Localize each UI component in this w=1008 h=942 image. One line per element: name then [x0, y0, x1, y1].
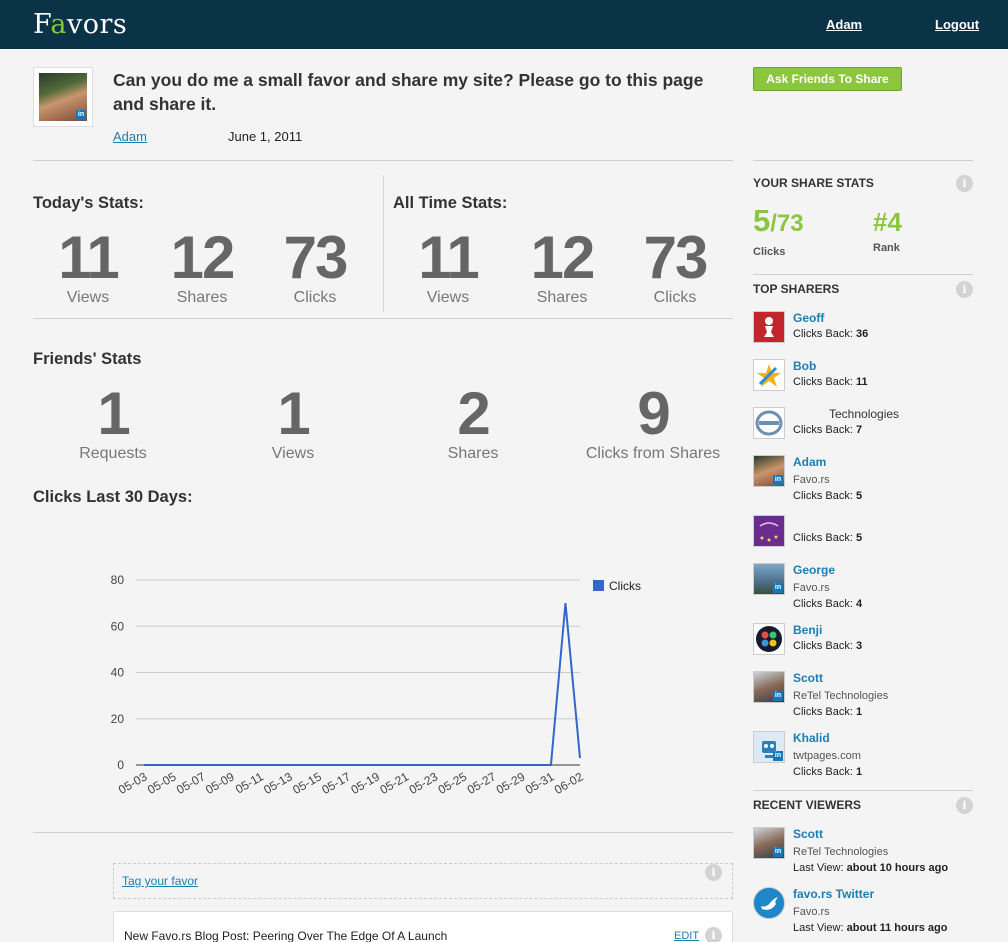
sharer-clicks: Clicks Back: 1 [793, 706, 863, 718]
sharer-org: twtpages.com [793, 750, 861, 762]
divider [33, 832, 733, 833]
sharer-clicks: Clicks Back: 1 [793, 766, 863, 778]
sidebar-divider [753, 790, 973, 791]
linkedin-icon: in [773, 847, 783, 857]
x-tick-label: 05-15 [290, 769, 324, 797]
sharer-name[interactable]: Adam [793, 455, 826, 469]
sharer-clicks: Clicks Back: 7 [793, 424, 863, 436]
user-link[interactable]: Adam [826, 17, 862, 32]
viewer-name[interactable]: Scott [793, 827, 823, 841]
sharer-name[interactable]: Geoff [793, 311, 824, 325]
x-tick-label: 05-19 [348, 769, 382, 797]
x-tick-label: 05-13 [261, 769, 295, 797]
x-tick-label: 05-27 [465, 769, 499, 797]
recent-viewers-title: RECENT VIEWERS [753, 798, 862, 812]
viewer-last-view: Last View: about 10 hours ago [793, 862, 949, 874]
avatar[interactable]: in [753, 455, 785, 487]
ask-friends-button[interactable]: Ask Friends To Share [753, 67, 902, 91]
x-tick-label: 05-03 [116, 769, 150, 797]
top-sharers-title: TOP SHARERS [753, 282, 840, 296]
rank-label: Rank [873, 242, 900, 254]
x-tick-label: 05-23 [407, 769, 441, 797]
x-tick-label: 05-17 [319, 769, 353, 797]
sharer-name[interactable]: Bob [793, 359, 816, 373]
logout-link[interactable]: Logout [935, 17, 979, 32]
blog-post-box: New Favo.rs Blog Post: Peering Over The … [113, 911, 733, 942]
x-tick-label: 05-25 [436, 769, 470, 797]
y-tick-label: 40 [111, 666, 125, 680]
x-tick-label: 05-11 [233, 769, 266, 796]
twitter-bird-icon[interactable] [753, 887, 785, 919]
legend-swatch [593, 580, 604, 591]
your-clicks-value: 5/73 [753, 203, 804, 238]
sidebar-divider [753, 274, 973, 275]
viewer-org: Favo.rs [793, 906, 830, 918]
x-tick-label: 05-31 [523, 769, 557, 797]
robot-avatar-icon[interactable]: in [753, 731, 785, 763]
tag-favor-box: Tag your favor i [113, 863, 733, 899]
y-tick-label: 60 [111, 619, 125, 633]
sharer-clicks: Clicks Back: 3 [793, 640, 863, 652]
avatar[interactable]: in [753, 671, 785, 703]
sharer-name[interactable]: Scott [793, 671, 823, 685]
y-tick-label: 80 [111, 573, 125, 587]
sharer-name[interactable]: George [793, 563, 835, 577]
sharer-clicks: Clicks Back: 5 [793, 532, 863, 544]
info-icon[interactable]: i [956, 281, 973, 298]
sharer-clicks: Clicks Back: 4 [793, 598, 863, 610]
share-stats-title: YOUR SHARE STATS [753, 176, 874, 190]
blog-post-text: New Favo.rs Blog Post: Peering Over The … [124, 929, 448, 942]
info-icon[interactable]: i [956, 175, 973, 192]
purple-logo-icon[interactable] [753, 515, 785, 547]
sharer-name[interactable]: Khalid [793, 731, 830, 745]
linkedin-icon: in [773, 691, 783, 701]
viewer-org: ReTel Technologies [793, 846, 889, 858]
info-icon[interactable]: i [956, 797, 973, 814]
sharer-org: ReTel Technologies [793, 690, 889, 702]
y-tick-label: 0 [117, 758, 124, 772]
x-tick-label: 05-21 [378, 769, 412, 797]
x-tick-label: 05-09 [203, 769, 237, 797]
sharer-clicks: Clicks Back: 11 [793, 376, 868, 388]
x-tick-label: 05-05 [145, 769, 179, 797]
sidebar-divider [753, 160, 973, 161]
rank-value: #4 [873, 207, 902, 237]
chess-pawn-icon[interactable] [753, 311, 785, 343]
series-line-clicks [144, 603, 581, 766]
company-logo-icon[interactable] [753, 407, 785, 439]
tag-favor-link[interactable]: Tag your favor [122, 874, 198, 888]
star-logo-icon[interactable] [753, 359, 785, 391]
your-clicks-label: Clicks [753, 246, 786, 258]
viewer-name[interactable]: favo.rs Twitter [793, 887, 874, 901]
avatar[interactable]: in [753, 827, 785, 859]
sharer-org: Favo.rs [793, 474, 830, 486]
sharer-name[interactable]: Benji [793, 623, 822, 637]
x-tick-label: 05-07 [174, 769, 208, 797]
info-icon[interactable]: i [705, 864, 722, 881]
linkedin-icon: in [773, 583, 783, 593]
sharer-clicks: Clicks Back: 5 [793, 490, 863, 502]
sharer-name[interactable]: Technologies [829, 407, 899, 421]
linkedin-icon: in [773, 475, 783, 485]
linkedin-icon: in [773, 751, 783, 761]
edit-link[interactable]: EDIT [674, 930, 699, 942]
y-tick-label: 20 [111, 712, 125, 726]
x-tick-label: 06-02 [552, 769, 586, 797]
info-icon[interactable]: i [705, 927, 722, 942]
avatar[interactable]: in [753, 563, 785, 595]
sharer-clicks: Clicks Back: 36 [793, 328, 869, 340]
legend-label: Clicks [609, 579, 641, 593]
x-tick-label: 05-29 [494, 769, 528, 797]
viewer-last-view: Last View: about 11 hours ago [793, 922, 948, 934]
sharer-org: Favo.rs [793, 582, 830, 594]
clicks-line-chart: 02040608005-0305-0505-0705-0905-1105-130… [111, 573, 641, 797]
circles-logo-icon[interactable] [753, 623, 785, 655]
